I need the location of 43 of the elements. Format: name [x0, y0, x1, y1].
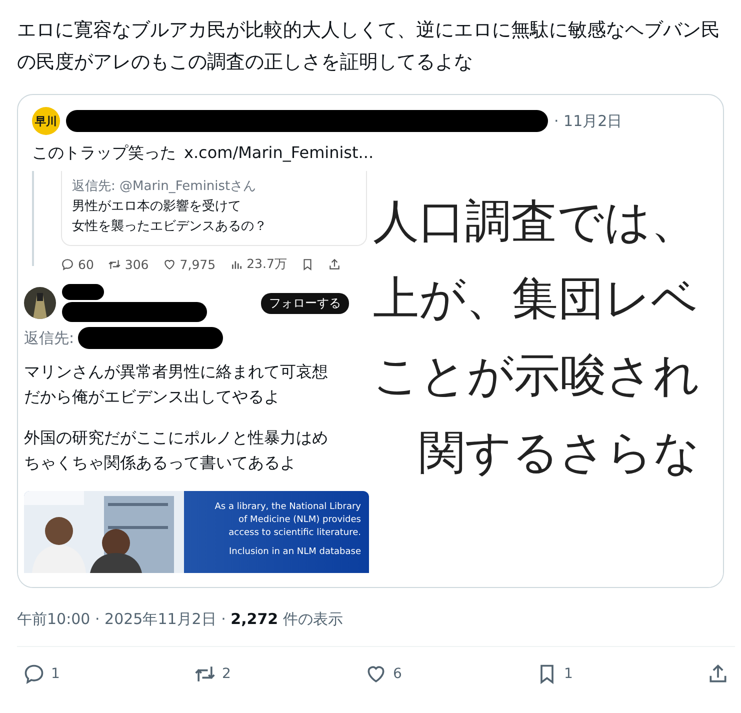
reply-icon: [61, 258, 74, 271]
link[interactable]: x.com/Marin_Feminist...: [184, 143, 374, 167]
stat-count: 306: [124, 257, 149, 272]
bookmark-icon: [301, 258, 314, 271]
share-icon: [328, 258, 342, 271]
banner-text-line: As a library, the National Library: [214, 501, 361, 514]
avatar: [24, 287, 56, 319]
banner-text-line: Inclusion in an NLM database: [228, 546, 361, 559]
tweet-text: エロに寛容なブルアカ民が比較的大人しくて、逆にエロに無駄に敏感なヘブバン民の民度がアレのもこの調査の正しさを証明してるよな: [17, 18, 721, 75]
reply-icon: [23, 663, 45, 685]
post-meta: 午前10:00 · 2025年11月2日 · 2,272 件の表示: [17, 610, 344, 630]
image-text-line: 上が、集団レベ: [373, 270, 699, 327]
share-icon: [707, 663, 729, 685]
post-text-line: 外国の研究だがここにポルノと性暴力はめ: [24, 427, 329, 449]
post-text-line: マリンさんが異常者男性に絡まれて可哀想: [24, 361, 329, 383]
image-text-line: 関するさらな: [418, 424, 701, 481]
banner-text-line: access to scientific literature.: [228, 527, 361, 540]
post-text-line: ちゃくちゃ関係あるって書いてあるよ: [24, 452, 297, 474]
redaction-bar: [62, 284, 104, 300]
tweet-date: · 11月2日: [554, 112, 622, 130]
reply-button[interactable]: 1: [23, 663, 60, 685]
post-text-line: 女性を襲ったエビデンスあるの？: [72, 218, 268, 236]
quote-text: このトラップ笑った: [32, 143, 176, 164]
retweet-button[interactable]: 2: [194, 663, 231, 685]
bookmark-button[interactable]: 1: [536, 663, 573, 685]
follow-button: フォローする: [261, 292, 349, 314]
stat-count: 60: [78, 257, 94, 272]
reply-to-label: 返信先:: [24, 328, 74, 348]
heart-icon: [365, 663, 387, 685]
reply-to-label: 返信先: @Marin_Feministさん: [72, 178, 258, 196]
image-text-line: 人口調査では、: [373, 193, 698, 250]
post-text-line: 男性がエロ本の影響を受けて: [72, 198, 242, 216]
avatar: 早川: [32, 107, 60, 135]
like-button[interactable]: 6: [365, 663, 402, 685]
stat-count: 7,975: [180, 257, 216, 272]
retweet-icon: [108, 258, 121, 271]
stat-count: 23.7万: [246, 256, 288, 273]
share-button[interactable]: [707, 663, 729, 685]
quoted-tweet-card[interactable]: [17, 94, 724, 588]
post-text-line: だから俺がエビデンス出してやるよ: [24, 386, 281, 408]
image-text-line: ことが示唆され: [373, 347, 701, 404]
heart-icon: [162, 258, 176, 271]
banner-text-line: of Medicine (NLM) provides: [238, 514, 361, 527]
